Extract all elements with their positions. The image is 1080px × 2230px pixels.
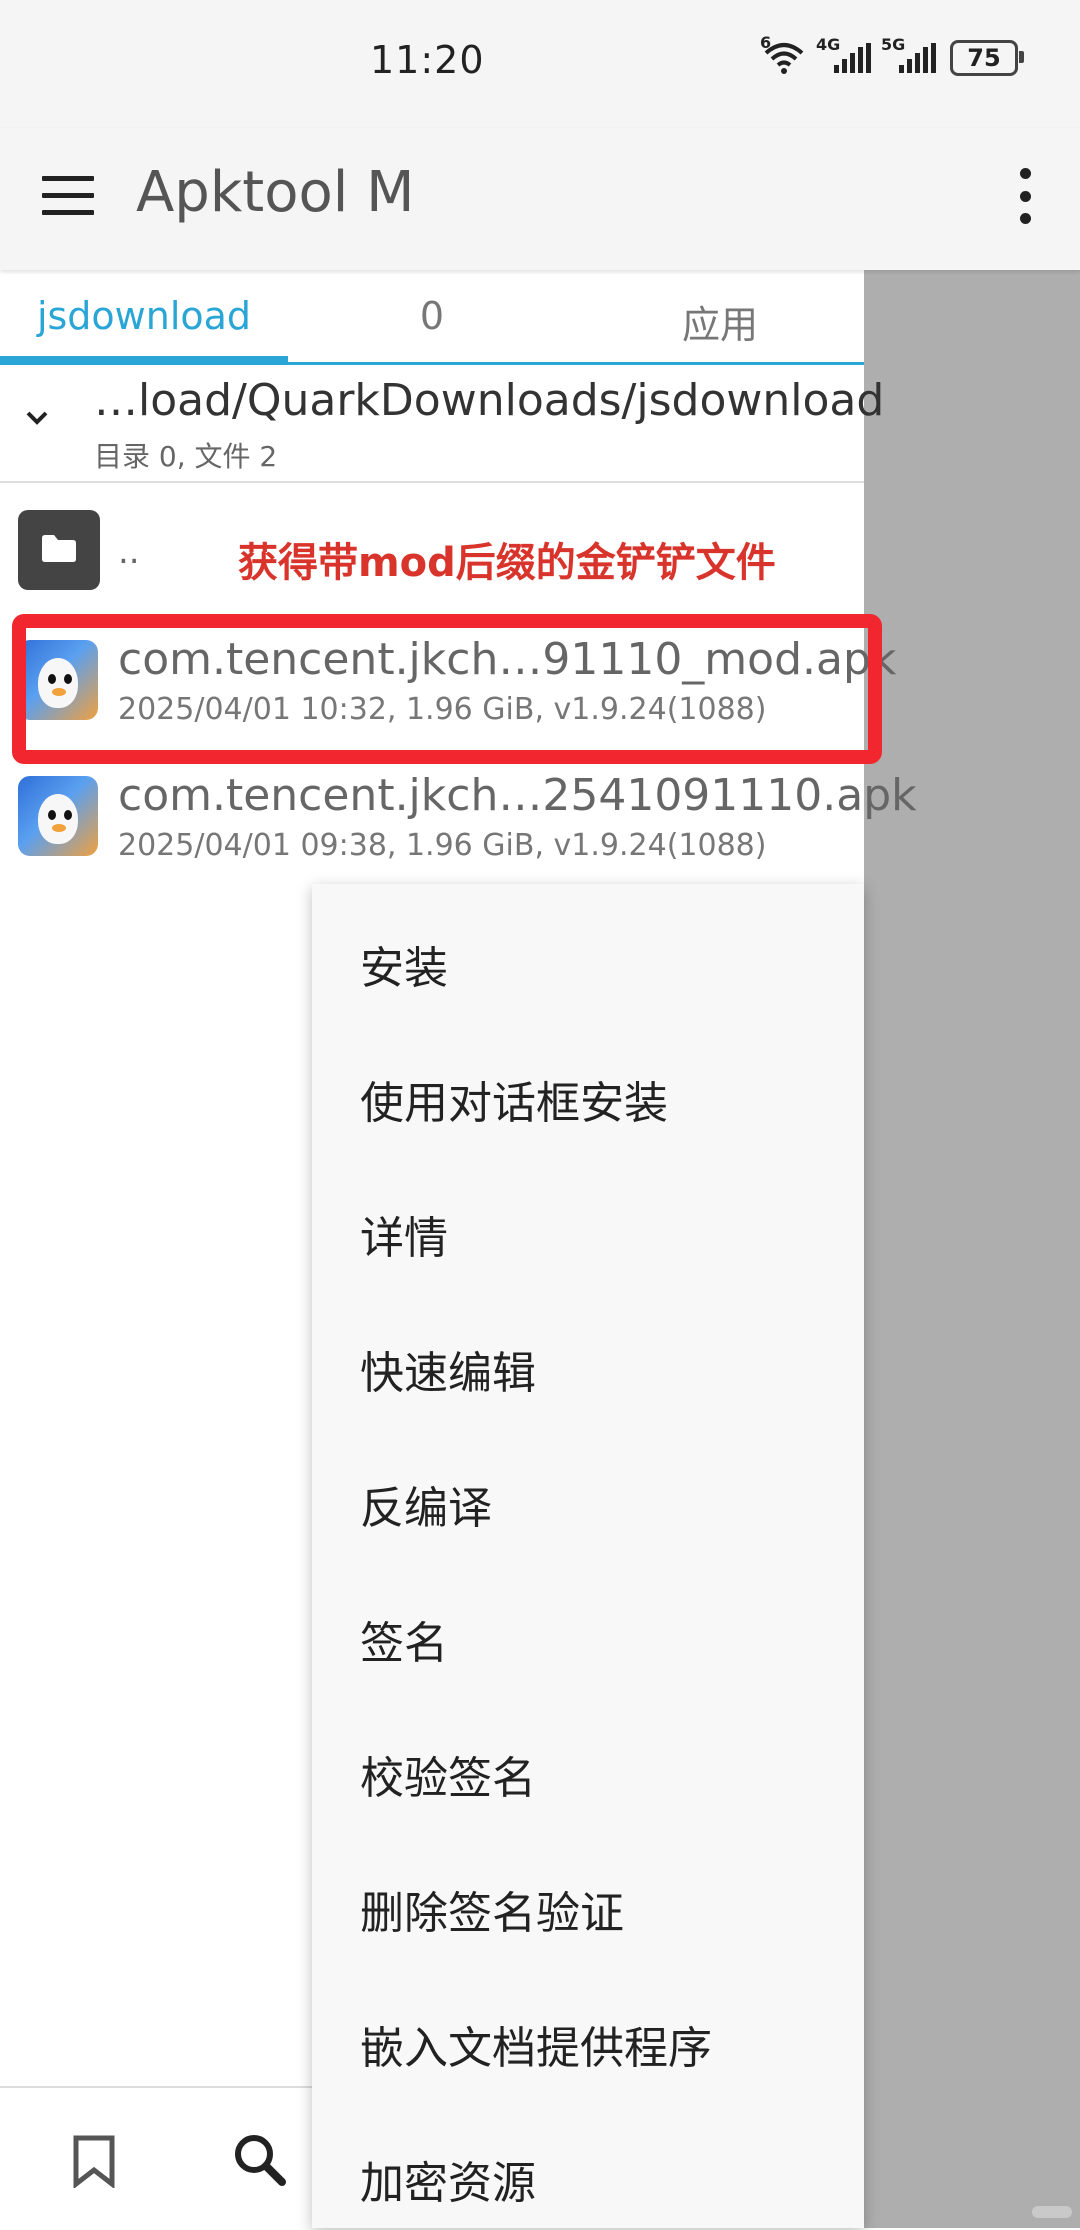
search-icon[interactable] — [232, 2132, 288, 2188]
tab-bar: jsdownload 0 应用 — [0, 270, 864, 365]
menu-item-decompile[interactable]: 反编译 — [360, 1472, 492, 1536]
path-row[interactable]: …load/QuarkDownloads/jsdownload 目录 0, 文件… — [0, 365, 884, 483]
wifi-tag: 6 — [760, 33, 772, 52]
path-summary: 目录 0, 文件 2 — [94, 440, 278, 473]
bookmark-icon[interactable] — [72, 2134, 116, 2188]
wifi-icon: 6 — [760, 33, 806, 75]
signal-5g-tag: 5G — [881, 35, 906, 54]
file-meta: 2025/04/01 10:32, 1.96 GiB, v1.9.24(1088… — [118, 692, 767, 727]
gesture-handle — [1032, 2206, 1072, 2218]
tab-indicator — [0, 356, 288, 362]
file-name: com.tencent.jkch…91110_mod.apk — [118, 634, 897, 685]
tab-jsdownload[interactable]: jsdownload — [0, 294, 288, 338]
parent-directory-label: .. — [118, 532, 140, 572]
list-item[interactable]: com.tencent.jkch…2541091110.apk 2025/04/… — [0, 748, 917, 872]
file-meta: 2025/04/01 09:38, 1.96 GiB, v1.9.24(1088… — [118, 828, 767, 863]
tab-apps[interactable]: 应用 — [576, 294, 864, 349]
menu-item-details[interactable]: 详情 — [360, 1202, 448, 1266]
signal-4g-icon: 4G — [816, 35, 871, 73]
context-menu: 安装 使用对话框安装 详情 快速编辑 反编译 签名 校验签名 删除签名验证 嵌入… — [312, 884, 864, 2228]
current-path: …load/QuarkDownloads/jsdownload — [94, 375, 885, 426]
app-title: Apktool M — [136, 160, 415, 225]
menu-item-encrypt-resources[interactable]: 加密资源 — [360, 2147, 536, 2211]
tab-0[interactable]: 0 — [288, 294, 576, 338]
secondary-pane-dimmed[interactable] — [864, 270, 1080, 2228]
battery-level: 75 — [967, 44, 1001, 72]
chevron-down-icon[interactable] — [26, 407, 48, 429]
apk-app-icon — [18, 776, 98, 856]
status-icons: 6 4G 5G 75 — [760, 33, 1024, 76]
signal-4g-tag: 4G — [816, 35, 841, 54]
apk-app-icon — [18, 640, 98, 720]
menu-item-sign[interactable]: 签名 — [360, 1607, 448, 1671]
hamburger-icon[interactable] — [42, 176, 94, 216]
folder-icon — [18, 510, 100, 590]
annotation-text: 获得带mod后缀的金铲铲文件 — [238, 540, 776, 586]
menu-item-quick-edit[interactable]: 快速编辑 — [360, 1337, 536, 1401]
battery-icon: 75 — [950, 40, 1024, 76]
menu-item-install-with-dialog[interactable]: 使用对话框安装 — [360, 1067, 668, 1131]
menu-item-install[interactable]: 安装 — [360, 932, 448, 996]
parent-directory-row[interactable]: .. 获得带mod后缀的金铲铲文件 — [0, 490, 864, 602]
signal-5g-icon: 5G — [881, 35, 936, 73]
list-item[interactable]: com.tencent.jkch…91110_mod.apk 2025/04/0… — [0, 612, 896, 736]
menu-item-remove-signature-verification[interactable]: 删除签名验证 — [360, 1877, 624, 1941]
more-vert-icon[interactable] — [1018, 168, 1032, 224]
menu-item-verify-signature[interactable]: 校验签名 — [360, 1742, 536, 1806]
status-time: 11:20 — [370, 38, 485, 82]
menu-item-embed-document-provider[interactable]: 嵌入文档提供程序 — [360, 2012, 712, 2076]
app-bar: Apktool M — [0, 128, 1080, 270]
status-bar: 11:20 6 4G 5G 75 — [0, 0, 1080, 128]
file-name: com.tencent.jkch…2541091110.apk — [118, 770, 917, 821]
